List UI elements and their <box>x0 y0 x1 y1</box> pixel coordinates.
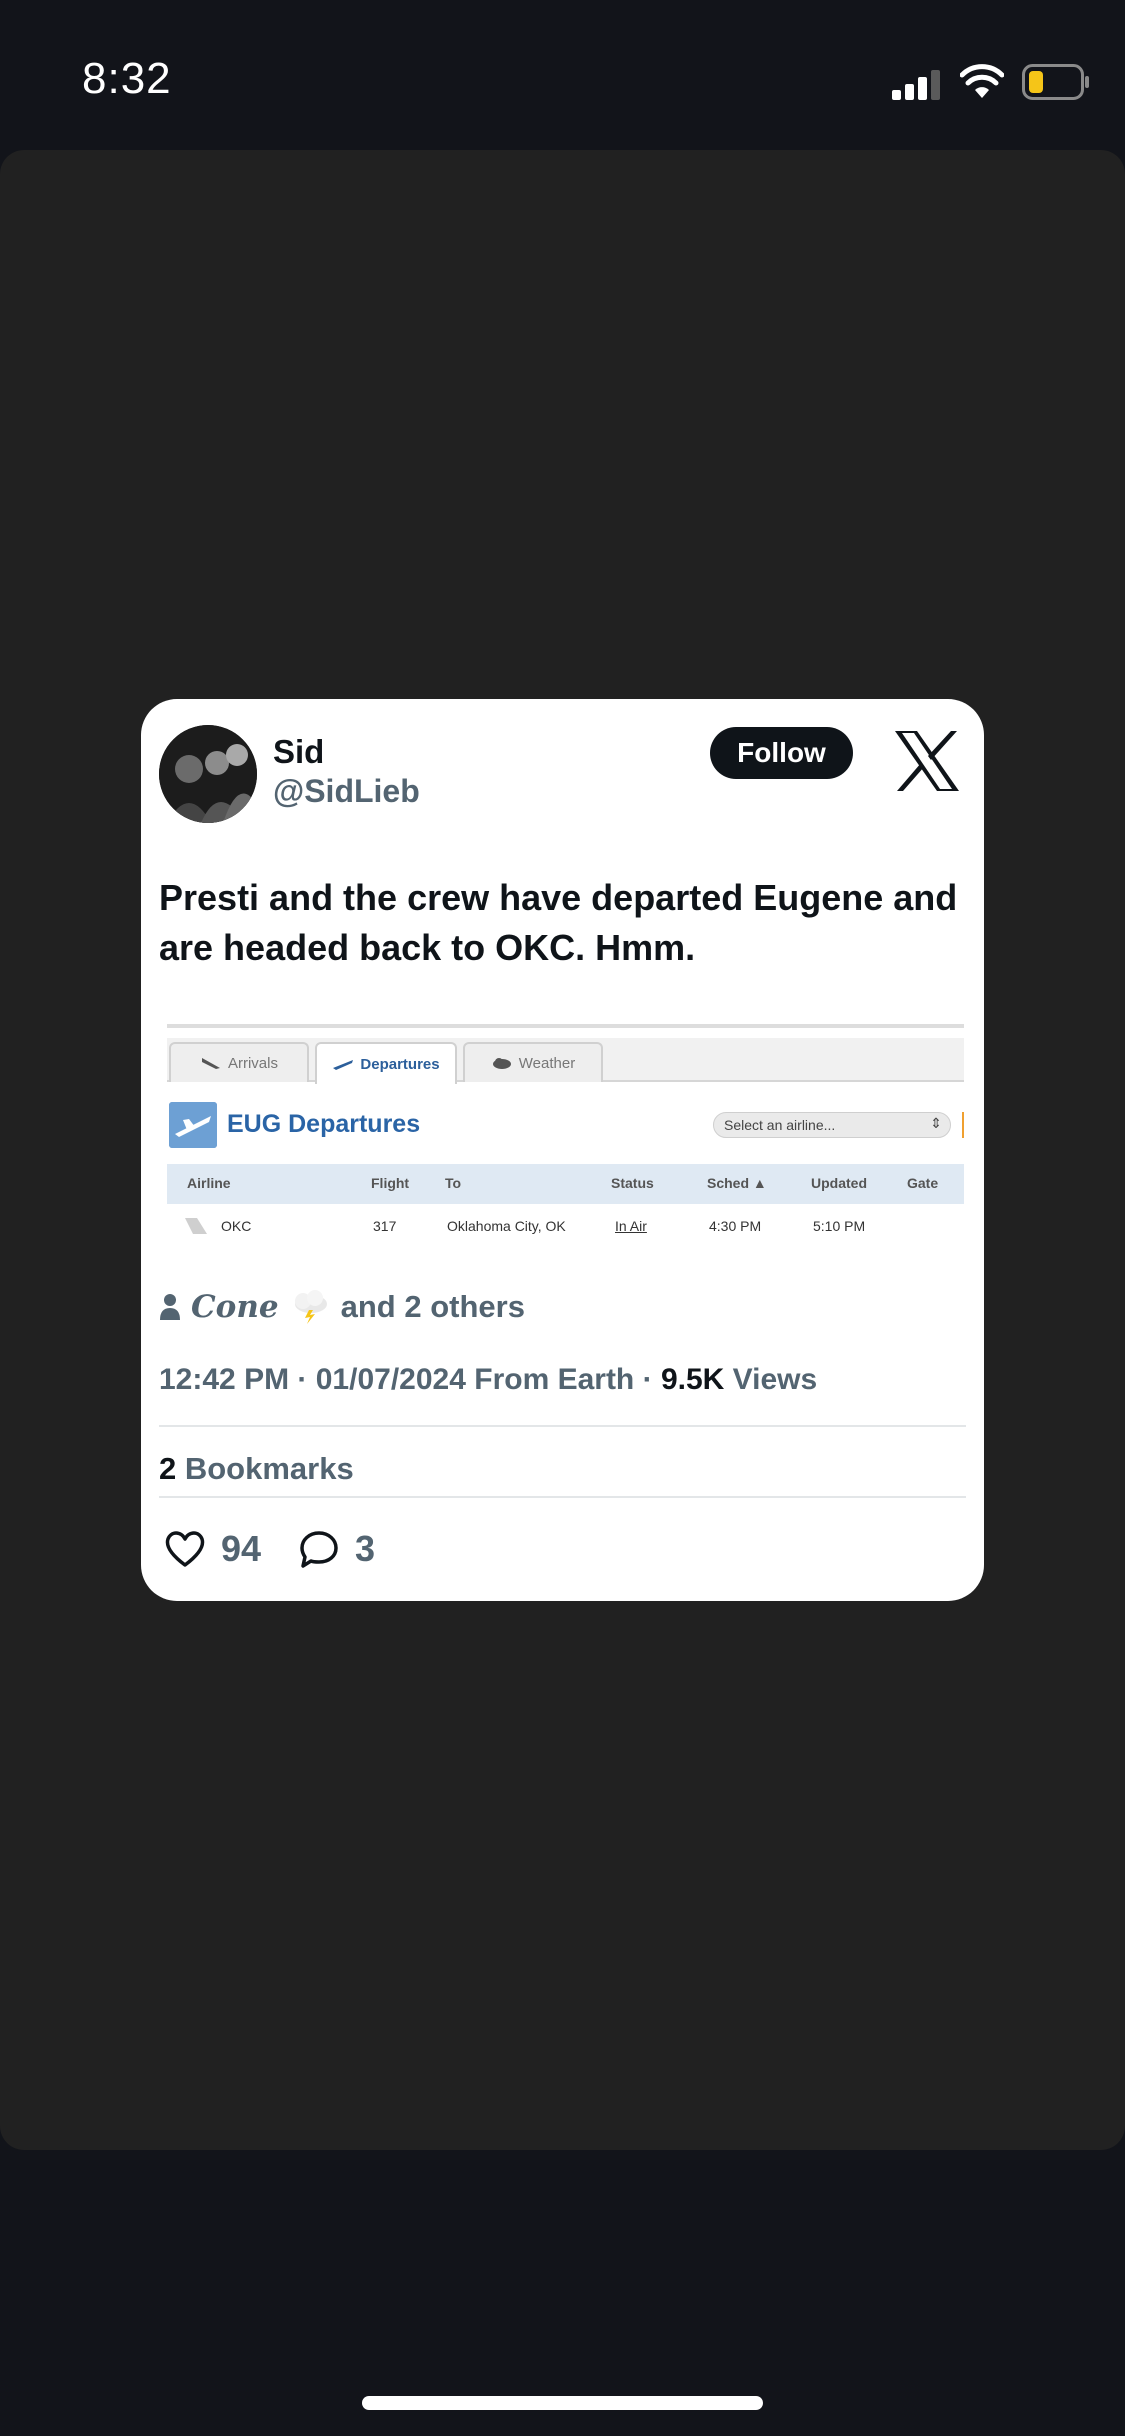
airline-tail-icon <box>185 1218 207 1234</box>
views-label: Views <box>724 1363 818 1396</box>
tweet-date: 01/07/2024 <box>315 1363 466 1396</box>
status-time: 8:32 <box>82 54 172 103</box>
tab-weather-label: Weather <box>518 1054 576 1072</box>
col-sched[interactable]: Sched ▲ <box>707 1175 767 1191</box>
divider <box>159 1496 966 1498</box>
tweet-text: Presti and the crew have departed Eugene… <box>159 877 958 968</box>
home-indicator[interactable] <box>362 2396 763 2410</box>
departures-plane-icon <box>169 1102 217 1148</box>
divider <box>159 1425 966 1427</box>
tab-arrivals[interactable]: Arrivals <box>169 1042 309 1082</box>
signal-icon <box>892 70 940 100</box>
meta-separator: · <box>634 1363 661 1396</box>
cell-updated: 5:10 PM <box>813 1218 866 1234</box>
tweet-meta: 12:42 PM · 01/07/2024 From Earth · 9.5K … <box>159 1363 817 1397</box>
liked-by-rest[interactable]: and 2 others <box>341 1289 525 1325</box>
cell-airline: OKC <box>221 1218 252 1234</box>
cell-sched: 4:30 PM <box>709 1218 762 1234</box>
meta-separator: · <box>289 1363 316 1396</box>
flight-table-header: Airline Flight To Status Sched ▲ Updated… <box>167 1164 964 1204</box>
cloud-icon <box>492 1058 511 1069</box>
person-icon <box>160 1294 180 1320</box>
author-name[interactable]: Sid <box>273 733 324 771</box>
departure-plane-icon <box>333 1060 354 1070</box>
tweet-time: 12:42 PM <box>159 1363 290 1396</box>
col-status: Status <box>611 1175 654 1191</box>
avatar[interactable] <box>159 725 257 823</box>
tab-departures[interactable]: Departures <box>315 1042 457 1084</box>
embed-top-border <box>167 1024 964 1028</box>
heart-icon[interactable] <box>163 1527 207 1571</box>
airline-select-placeholder: Select an airline... <box>724 1117 836 1133</box>
author-handle[interactable]: @SidLieb <box>273 773 420 810</box>
tab-weather[interactable]: Weather <box>463 1042 603 1082</box>
cell-to: Oklahoma City, OK <box>447 1218 566 1234</box>
tab-departures-label: Departures <box>360 1055 440 1073</box>
airline-select[interactable]: Select an airline... ⇕ <box>713 1112 951 1138</box>
table-row: OKC 317 Oklahoma City, OK In Air 4:30 PM… <box>167 1204 964 1246</box>
bookmarks-stat[interactable]: 2 Bookmarks <box>159 1451 354 1487</box>
departures-title: EUG Departures <box>227 1110 421 1138</box>
liked-by[interactable]: Cone and 2 others <box>159 1289 525 1325</box>
tweet-card[interactable]: Sid @SidLieb Follow Presti and the crew … <box>141 699 984 1601</box>
col-flight: Flight <box>371 1175 410 1191</box>
wifi-icon <box>960 64 1004 98</box>
col-airline: Airline <box>187 1175 231 1191</box>
liker-name[interactable]: Cone <box>191 1289 279 1325</box>
accent-mark <box>962 1112 964 1138</box>
status-bar: 8:32 <box>0 0 1125 150</box>
tab-arrivals-label: Arrivals <box>227 1054 278 1072</box>
tweet-actions: 94 3 <box>163 1519 411 1579</box>
cell-flight: 317 <box>373 1218 397 1234</box>
col-gate: Gate <box>907 1175 939 1191</box>
select-chevron-icon: ⇕ <box>930 1115 942 1131</box>
follow-button[interactable]: Follow <box>710 727 853 779</box>
tweet-location: From Earth <box>465 1363 635 1396</box>
storm-cloud-icon <box>294 1290 327 1324</box>
reply-icon[interactable] <box>297 1527 341 1571</box>
x-logo-icon <box>895 731 959 791</box>
cell-status[interactable]: In Air <box>615 1218 647 1234</box>
col-to: To <box>445 1175 462 1191</box>
departures-header: EUG Departures Select an airline... ⇕ <box>167 1100 964 1150</box>
bookmarks-count: 2 <box>159 1451 177 1486</box>
views-count: 9.5K <box>660 1363 725 1396</box>
tweet-image-flight-board[interactable]: Arrivals Departures Weather EUG Departur… <box>167 1024 964 1246</box>
battery-icon <box>1022 64 1089 100</box>
bookmarks-label: Bookmarks <box>176 1451 354 1486</box>
arrival-plane-icon <box>201 1058 220 1069</box>
like-count: 94 <box>221 1528 262 1569</box>
flight-tabs: Arrivals Departures Weather <box>167 1038 964 1084</box>
reply-count: 3 <box>355 1528 376 1569</box>
col-updated: Updated <box>811 1175 867 1191</box>
